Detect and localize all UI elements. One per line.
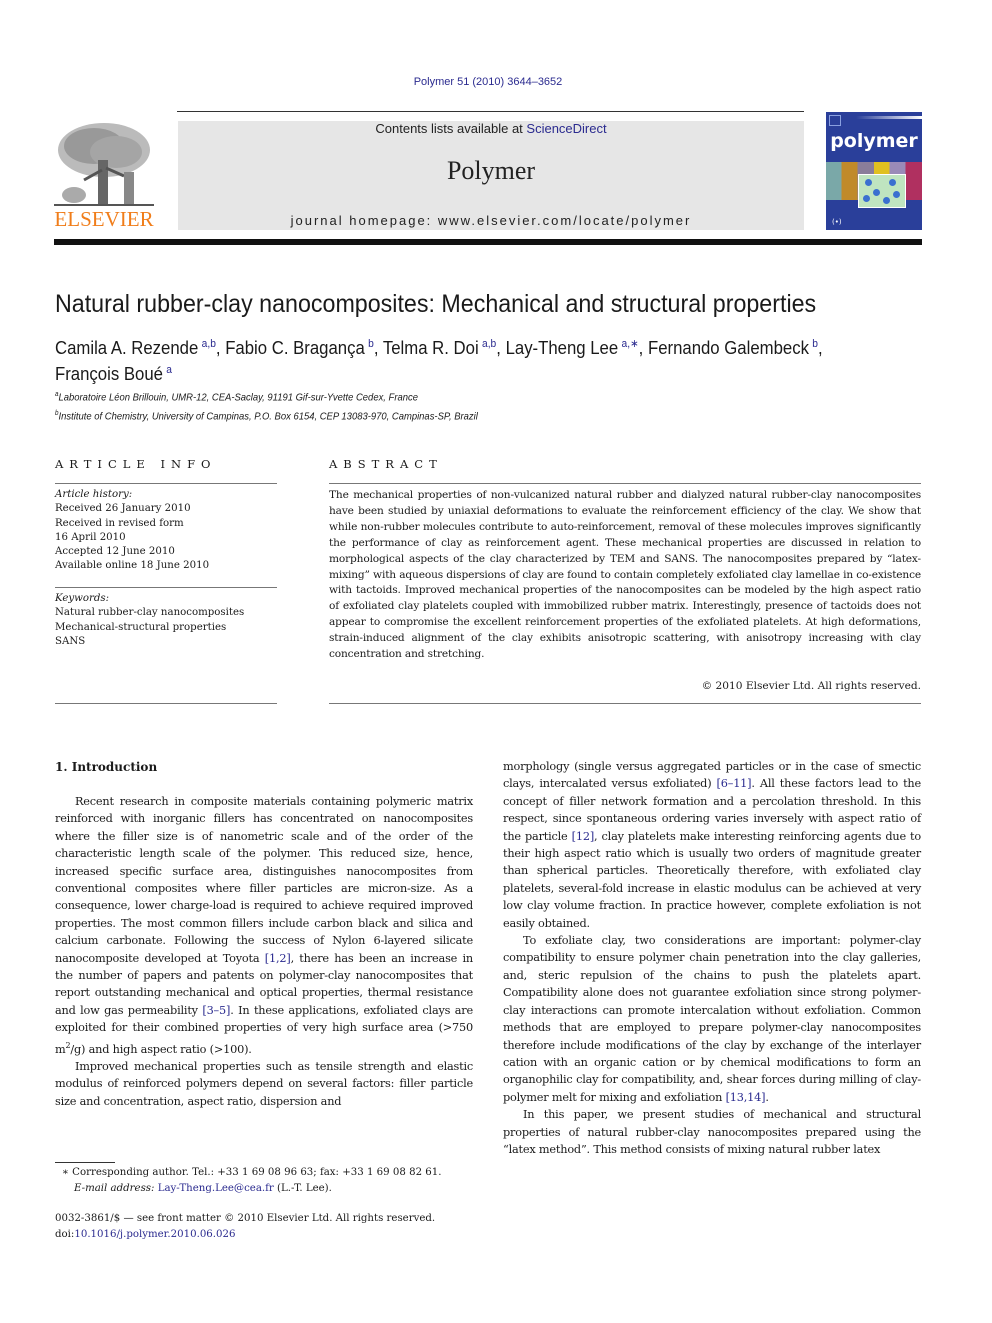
cover-decor-bar [856,116,922,119]
header-rule [177,111,804,112]
author-list: Camila A. Rezende a,b, Fabio C. Bragança… [55,338,823,384]
doi-link[interactable]: 10.1016/j.polymer.2010.06.026 [74,1229,235,1240]
cover-figure [858,174,906,208]
footnote-marker: ∗ [62,1167,69,1178]
journal-header-box: Contents lists available at ScienceDirec… [178,121,804,230]
author[interactable]: Telma R. Doi a,b [383,338,496,358]
paragraph: To exfoliate clay, two considerations ar… [503,934,921,1104]
keywords-label: Keywords: [55,593,110,604]
contents-prefix: Contents lists available at [375,121,527,136]
keyword: Mechanical-structural properties [55,621,227,633]
paragraph: morphology (single versus aggregated par… [503,760,921,930]
affiliation: aLaboratoire Léon Brillouin, UMR-12, CEA… [55,391,418,404]
body-column-right: morphology (single versus aggregated par… [503,758,921,1158]
citation-link[interactable]: [3–5] [202,1004,230,1017]
history-item: 16 April 2010 [55,531,126,543]
elsevier-wordmark: ELSEVIER [54,207,154,231]
corresponding-author-footnote: ∗ Corresponding author. Tel.: +33 1 69 0… [62,1167,442,1194]
journal-homepage[interactable]: journal homepage: www.elsevier.com/locat… [178,213,804,228]
affiliation: bInstitute of Chemistry, University of C… [55,409,478,423]
journal-citation-link[interactable]: Polymer 51 (2010) 3644–3652 [0,76,976,88]
divider [55,587,277,588]
paragraph: In this paper, we present studies of mec… [503,1108,921,1156]
cover-badge-icon [829,115,841,126]
paragraph: Improved mechanical properties such as t… [55,1059,473,1108]
divider [55,703,277,704]
journal-name: Polymer [446,156,536,185]
front-matter: 0032-3861/$ — see front matter © 2010 El… [55,1213,436,1240]
elsevier-logo[interactable]: ELSEVIER [54,120,154,232]
abstract-heading: ABSTRACT [329,457,443,471]
author[interactable]: Fernando Galembeck b [648,338,818,358]
divider [55,483,277,484]
citation-link[interactable]: [13,14] [726,1091,766,1104]
abstract-text: The mechanical properties of non-vulcani… [329,489,921,661]
abstract-copyright: © 2010 Elsevier Ltd. All rights reserved… [701,680,921,692]
body-column-left: Recent research in composite materials c… [55,793,473,1110]
article-history: Article history: Received 26 January 201… [55,488,277,574]
citation-link[interactable]: [1,2] [265,952,291,965]
author[interactable]: Lay-Theng Lee a,∗ [506,338,639,358]
article-title: Natural rubber-clay nanocomposites: Mech… [55,290,817,318]
author[interactable]: Fabio C. Bragança b [225,338,374,358]
history-label: Article history: [55,489,133,500]
elsevier-tree-icon [54,123,154,206]
history-item: Accepted 12 June 2010 [55,546,175,558]
issn-line: 0032-3861/$ — see front matter © 2010 El… [55,1213,436,1224]
divider [329,483,921,484]
author[interactable]: François Boué a [55,364,172,384]
sciencedirect-link[interactable]: ScienceDirect [526,121,606,136]
article-info-heading: ARTICLE INFO [55,457,217,471]
author[interactable]: Camila A. Rezende a,b [55,338,216,358]
header-thick-rule [54,239,922,245]
keywords: Keywords: Natural rubber-clay nanocompos… [55,592,277,649]
paragraph: Recent research in composite materials c… [55,795,473,1056]
email-link[interactable]: Lay-Theng.Lee@cea.fr [158,1183,274,1194]
contents-line: Contents lists available at ScienceDirec… [178,121,804,136]
affiliations: aLaboratoire Léon Brillouin, UMR-12, CEA… [55,387,478,424]
section-heading-introduction: 1. Introduction [55,760,158,774]
divider [329,703,921,704]
citation-link[interactable]: [12] [572,830,595,843]
footnote-rule [55,1162,115,1163]
keyword: Natural rubber-clay nanocomposites [55,607,245,619]
history-item: Available online 18 June 2010 [55,560,210,572]
cover-logo-icon: (•) [832,218,842,226]
journal-cover-image[interactable]: polymer (•) [826,112,922,230]
keyword: SANS [55,635,86,647]
cover-title: polymer [830,130,918,152]
history-item: Received in revised form [55,517,184,529]
history-item: Received 26 January 2010 [55,503,191,515]
citation-link[interactable]: [6–11] [717,777,752,790]
